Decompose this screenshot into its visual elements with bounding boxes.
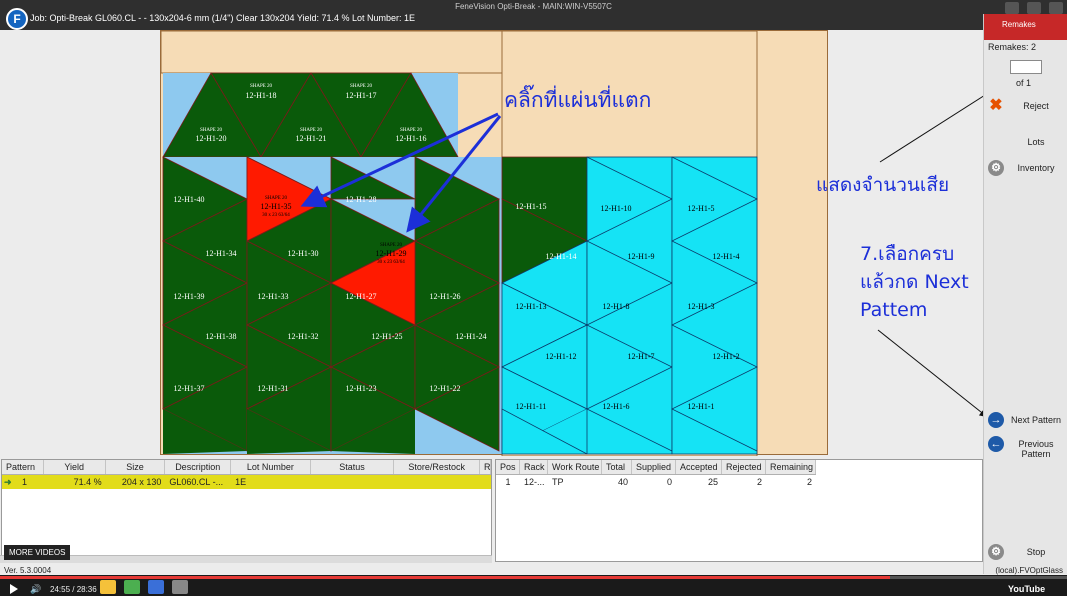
annotation-step7-line3: Pattem — [860, 299, 928, 321]
next-pattern-button[interactable]: → Next Pattern — [984, 412, 1067, 432]
inventory-label: Inventory — [1017, 163, 1055, 173]
col-lot-number[interactable]: Lot Number — [231, 460, 311, 474]
col-status[interactable]: Status — [311, 460, 395, 474]
inventory-icon: ⚙ — [988, 160, 1004, 176]
version-label: Ver. 5.3.0004 — [4, 566, 52, 575]
arrow-right-icon: → — [988, 412, 1004, 428]
volume-icon[interactable]: 🔊 — [30, 584, 41, 595]
app-icon[interactable] — [148, 580, 164, 594]
cell-rack: 12-... — [524, 477, 545, 487]
cell-size: 204 x 130 — [121, 477, 162, 487]
cell-work-route: TP — [552, 477, 564, 487]
bottom-panel: Pattern Yield Size Description Lot Numbe… — [0, 459, 983, 565]
cell-accepted: 25 — [707, 477, 718, 487]
col-re[interactable]: Re — [480, 460, 491, 474]
col-pos[interactable]: Pos — [496, 460, 520, 474]
col-work-route[interactable]: Work Route — [548, 460, 602, 474]
folder-icon[interactable] — [100, 580, 116, 594]
position-table-header: Pos Rack Work Route Total Supplied Accep… — [496, 460, 816, 475]
previous-pattern-label: Previous Pattern — [1018, 439, 1054, 459]
previous-pattern-button[interactable]: ← Previous Pattern — [984, 436, 1067, 464]
remakes-count: Remakes: 2 — [988, 42, 1037, 52]
remake-index-input[interactable] — [1010, 60, 1042, 74]
browser-icon[interactable] — [124, 580, 140, 594]
cell-yield: 71.4 % — [73, 477, 102, 487]
cell-lot-number: 1E — [235, 477, 247, 487]
arrow-left-icon: ← — [988, 436, 1004, 452]
arrow-to-broken-1 — [300, 112, 499, 208]
col-rack[interactable]: Rack — [520, 460, 548, 474]
col-size[interactable]: Size — [106, 460, 166, 474]
current-row-arrow-icon: ➜ — [4, 477, 12, 487]
cell-pattern: ➜ 1 — [2, 475, 44, 489]
cell-remaining: 2 — [806, 477, 812, 487]
pattern-table: Pattern Yield Size Description Lot Numbe… — [1, 459, 492, 562]
annotation-step7: 7.เลือกครบ แล้วกด Next Pattem — [860, 240, 969, 324]
taskbar-icons — [100, 580, 188, 594]
position-table: Pos Rack Work Route Total Supplied Accep… — [495, 459, 983, 562]
col-accepted[interactable]: Accepted — [676, 460, 722, 474]
col-rejected[interactable]: Rejected — [722, 460, 766, 474]
pattern-table-header: Pattern Yield Size Description Lot Numbe… — [2, 460, 491, 475]
stop-gears-icon: ⚙ — [988, 544, 1004, 560]
table-row[interactable]: 1 12-... TP 40 0 25 2 2 — [496, 475, 816, 489]
app-icon[interactable] — [172, 580, 188, 594]
lots-label: Lots — [1027, 137, 1045, 147]
video-progress-bar[interactable] — [0, 576, 1067, 579]
reject-label: Reject — [1023, 101, 1049, 111]
col-total[interactable]: Total — [602, 460, 632, 474]
video-progress-fill — [0, 576, 890, 579]
cell-description: GL060.CL -... — [169, 477, 224, 487]
col-description[interactable]: Description — [165, 460, 232, 474]
stop-label: Stop — [1026, 547, 1046, 557]
reject-button[interactable]: ✖ Reject — [984, 98, 1067, 118]
reject-x-icon: ✖ — [989, 97, 1003, 114]
cell-store-restock — [394, 475, 480, 489]
remake-of-label: of 1 — [1016, 78, 1032, 88]
annotation-step7-line1: 7.เลือกครบ — [860, 243, 955, 265]
lots-button[interactable]: Lots — [984, 134, 1067, 154]
col-yield[interactable]: Yield — [44, 460, 106, 474]
horizontal-scrollbar[interactable] — [0, 555, 492, 563]
youtube-logo[interactable]: YouTube — [1008, 584, 1045, 594]
app-window: FeneVision Opti-Break - MAIN:WIN-V5507C … — [0, 0, 1067, 596]
annotation-step7-line2: แล้วกด Next — [860, 271, 969, 293]
col-store-restock[interactable]: Store/Restock — [394, 460, 480, 474]
col-remaining[interactable]: Remaining — [766, 460, 816, 474]
more-videos-button[interactable]: MORE VIDEOS — [4, 545, 71, 560]
remakes-header-label: Remakes — [1002, 20, 1036, 29]
instance-label: (local).FVOptGlass — [995, 566, 1063, 575]
remakes-header[interactable]: Remakes — [984, 14, 1067, 40]
cell-rejected: 2 — [756, 477, 762, 487]
cell-re — [480, 475, 491, 489]
col-pattern[interactable]: Pattern — [2, 460, 44, 474]
pattern-value: 1 — [22, 477, 28, 487]
cell-supplied: 0 — [666, 477, 672, 487]
inventory-button[interactable]: ⚙ Inventory — [984, 160, 1067, 180]
table-row[interactable]: ➜ 1 71.4 % 204 x 130 GL060.CL -... 1E — [2, 475, 491, 489]
annotation-click-broken: คลิ๊กที่แผ่นที่แตก — [504, 88, 652, 112]
next-pattern-label: Next Pattern — [1010, 415, 1062, 425]
annotation-show-count: แสดงจำนวนเสีย — [816, 174, 950, 196]
cell-pos: 1 — [505, 477, 511, 487]
col-supplied[interactable]: Supplied — [632, 460, 676, 474]
play-icon[interactable] — [10, 584, 18, 594]
cell-status — [311, 475, 395, 489]
video-time: 24:55 / 28:36 — [50, 585, 97, 594]
cell-total: 40 — [617, 477, 628, 487]
arrow-to-next-pattern — [877, 329, 988, 418]
right-panel: Remakes Remakes: 2 of 1 ✖ Reject Lots ⚙ … — [983, 14, 1067, 574]
stop-button[interactable]: ⚙ Stop — [984, 544, 1067, 564]
